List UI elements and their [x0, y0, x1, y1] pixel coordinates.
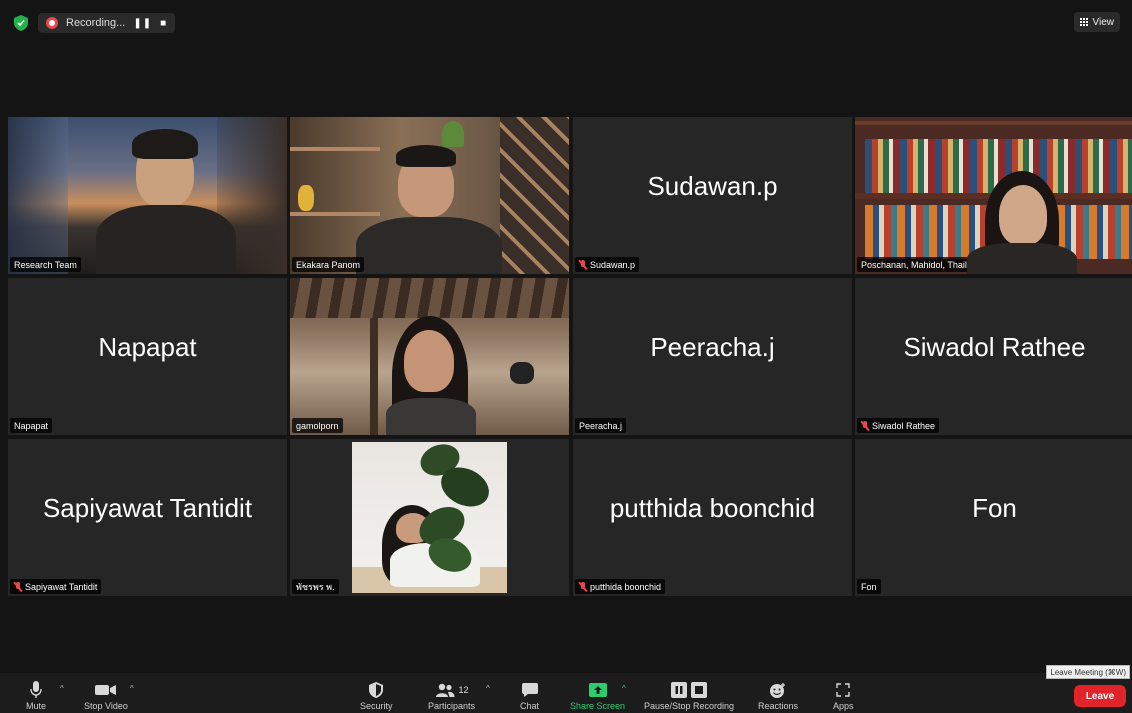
participant-name-label: gamolporn	[292, 418, 343, 433]
reactions-button[interactable]: Reactions	[758, 680, 798, 711]
participant-tile[interactable]: Siwadol Rathee Siwadol Rathee	[855, 278, 1132, 435]
participants-icon	[435, 683, 454, 697]
participant-tile[interactable]: Sapiyawat Tantidit Sapiyawat Tantidit	[8, 439, 287, 596]
share-options-caret-icon[interactable]: ^	[622, 684, 626, 693]
participant-tile[interactable]: Fon Fon	[855, 439, 1132, 596]
participant-tile[interactable]: Peeracha.j Peeracha.j	[573, 278, 852, 435]
participant-display-name: Napapat	[98, 332, 197, 362]
mute-button[interactable]: Mute	[26, 680, 46, 711]
mic-muted-icon	[579, 581, 587, 592]
recording-label: Recording...	[66, 17, 126, 29]
participant-tile[interactable]: Poschanan, Mahidol, Thailand	[855, 117, 1132, 274]
participant-display-name: Sudawan.p	[647, 171, 778, 201]
pause-icon	[671, 682, 688, 698]
security-label: Security	[360, 701, 393, 711]
video-feed	[290, 278, 569, 435]
participant-name-label: Napapat	[10, 418, 53, 433]
leave-button[interactable]: Leave	[1074, 685, 1126, 707]
pause-recording-button[interactable]: ❚❚	[133, 18, 152, 29]
meeting-stage: Recording... ❚❚ ■ View Research Team Eka…	[0, 0, 1132, 673]
participant-display-name: putthida boonchid	[609, 493, 816, 523]
mic-muted-icon	[579, 259, 587, 270]
chat-label: Chat	[520, 701, 540, 711]
video-options-caret-icon[interactable]: ^	[130, 684, 134, 693]
participants-count: 12	[458, 685, 469, 695]
active-speaker-tile[interactable]: พัชรพร พ.	[290, 439, 569, 596]
apps-label: Apps	[833, 701, 854, 711]
stop-icon	[691, 682, 708, 698]
participant-display-name: Fon	[972, 493, 1017, 523]
stop-video-button[interactable]: Stop Video	[84, 680, 128, 711]
participant-name-label: Siwadol Rathee	[857, 418, 940, 433]
participant-name-label: Peeracha.j	[575, 418, 627, 433]
participant-display-name: Sapiyawat Tantidit	[42, 493, 253, 523]
participant-name-label: putthida boonchid	[575, 579, 666, 594]
participant-name-label: พัชรพร พ.	[292, 579, 339, 594]
audio-options-caret-icon[interactable]: ^	[60, 684, 64, 693]
reactions-label: Reactions	[758, 701, 799, 711]
participants-label: Participants	[428, 701, 476, 711]
camera-icon	[94, 685, 116, 695]
participant-display-name: Siwadol Rathee	[903, 332, 1086, 362]
mute-label: Mute	[26, 701, 47, 711]
chat-button[interactable]: Chat	[520, 680, 539, 711]
participant-tile[interactable]: Napapat Napapat	[8, 278, 287, 435]
share-screen-button[interactable]: Share Screen	[570, 680, 625, 711]
recording-icon	[46, 17, 58, 29]
apps-button[interactable]: Apps	[833, 680, 854, 711]
video-feed	[290, 439, 569, 596]
encryption-shield-icon[interactable]	[12, 14, 30, 32]
emoji-plus-icon	[770, 683, 786, 698]
stop-video-label: Stop Video	[84, 701, 128, 711]
leave-tooltip: Leave Meeting (⌘W)	[1046, 665, 1130, 679]
participant-tile[interactable]: Research Team	[8, 117, 287, 274]
participant-tile[interactable]: putthida boonchid putthida boonchid	[573, 439, 852, 596]
participant-name-label: Research Team	[10, 257, 81, 272]
participant-name-label: Sudawan.p	[575, 257, 640, 272]
participant-name-label: Ekakara Panom	[292, 257, 365, 272]
participant-tile[interactable]: Sudawan.p Sudawan.p	[573, 117, 852, 274]
pause-stop-recording-label: Pause/Stop Recording	[644, 701, 735, 711]
participants-button[interactable]: 12 Participants	[428, 680, 475, 711]
participants-options-caret-icon[interactable]: ^	[486, 684, 490, 693]
view-button[interactable]: View	[1073, 12, 1120, 32]
microphone-icon	[30, 681, 42, 698]
mic-muted-icon	[861, 420, 869, 431]
mic-muted-icon	[14, 581, 22, 592]
apps-icon	[836, 683, 850, 697]
meeting-toolbar: Mute ^ Stop Video ^ Security 12 Particip…	[0, 665, 1132, 713]
video-feed	[855, 117, 1132, 274]
view-label: View	[1092, 16, 1115, 28]
gallery-grid-icon	[1079, 17, 1089, 27]
top-status-bar: Recording... ❚❚ ■	[12, 12, 176, 34]
chat-bubble-icon	[521, 683, 538, 697]
participant-name-label: Fon	[857, 579, 881, 594]
stop-recording-button[interactable]: ■	[160, 18, 167, 29]
participant-display-name: Peeracha.j	[650, 332, 775, 362]
recording-indicator: Recording... ❚❚ ■	[38, 13, 176, 33]
security-button[interactable]: Security	[360, 680, 393, 711]
shield-icon	[369, 682, 384, 698]
video-feed	[290, 117, 569, 274]
participant-tile[interactable]: Ekakara Panom	[290, 117, 569, 274]
share-screen-icon	[588, 683, 607, 697]
participant-name-label: Sapiyawat Tantidit	[10, 579, 102, 594]
pause-stop-recording-button[interactable]: Pause/Stop Recording	[644, 680, 734, 711]
participant-tile[interactable]: gamolporn	[290, 278, 569, 435]
share-screen-label: Share Screen	[570, 701, 626, 711]
video-feed	[8, 117, 287, 274]
